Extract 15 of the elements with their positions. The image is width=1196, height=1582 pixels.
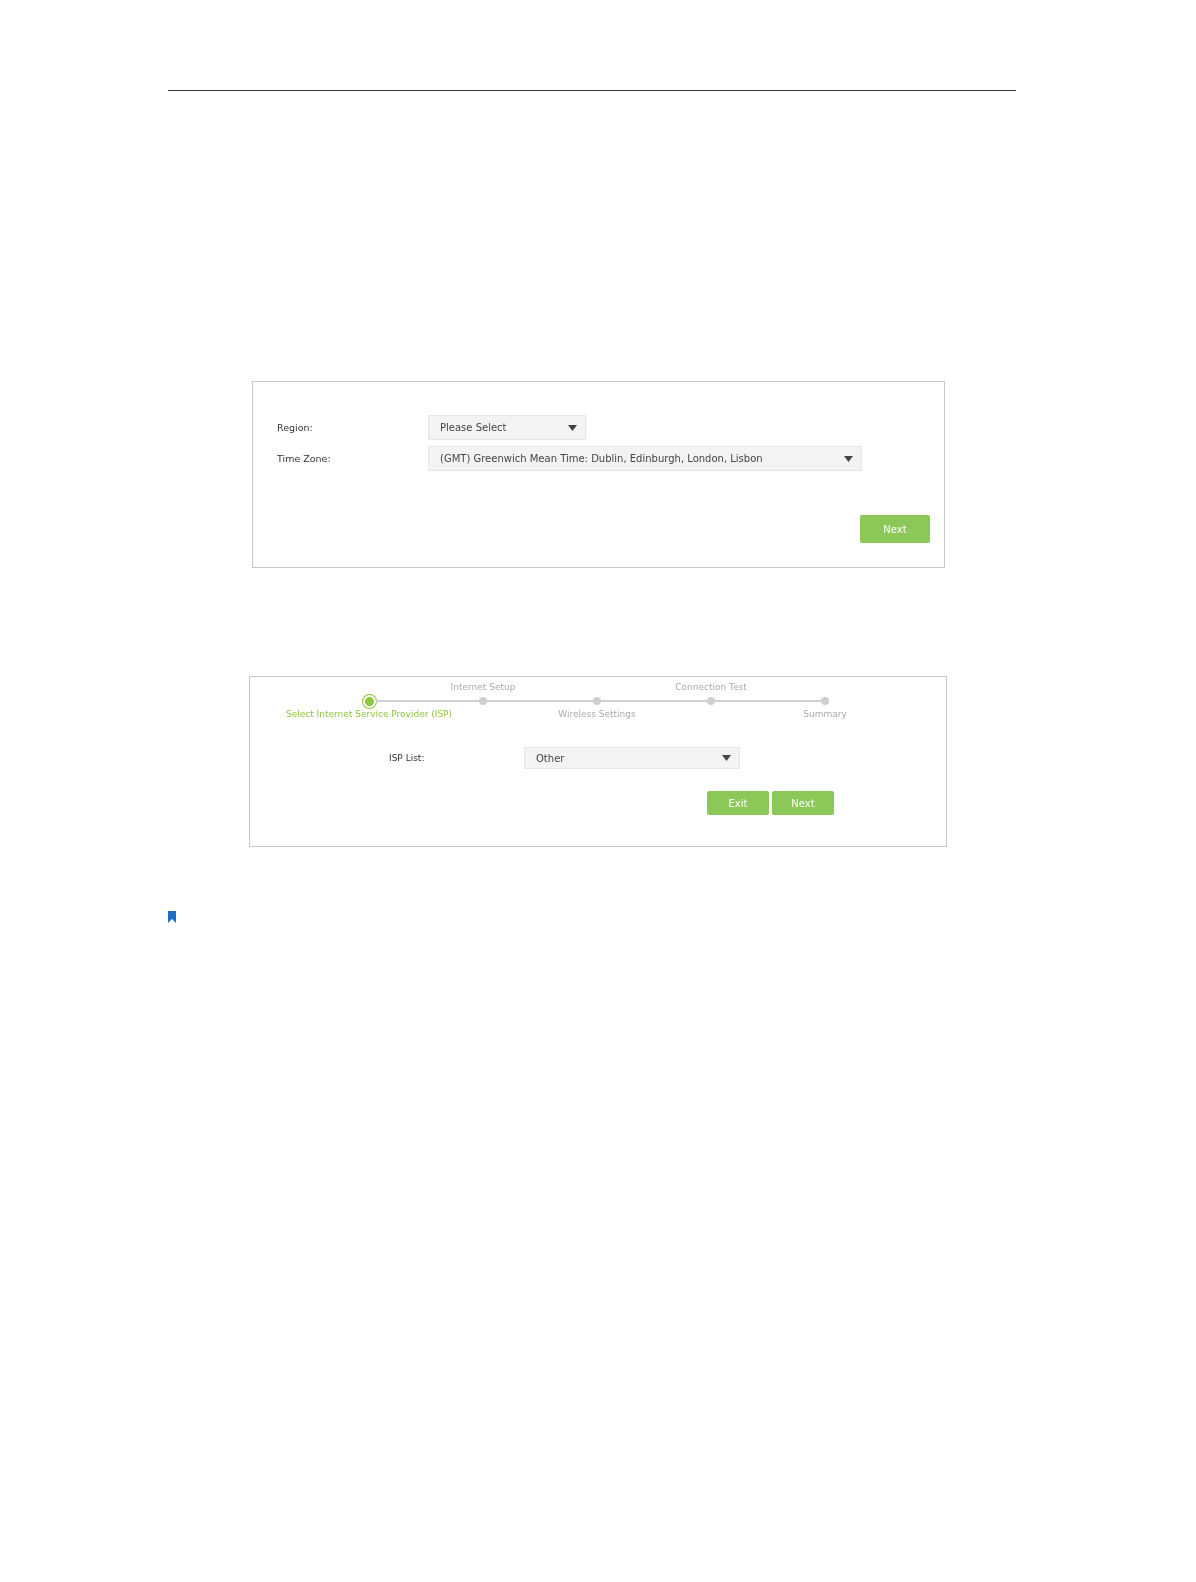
step-label: Wireless Settings bbox=[558, 708, 636, 721]
caret-icon bbox=[568, 424, 577, 431]
field-label: Time Zone: bbox=[277, 453, 332, 464]
caret-icon bbox=[844, 455, 853, 462]
step-label: Internet Setup bbox=[450, 681, 516, 694]
dropdown[interactable]: Please Select bbox=[428, 415, 586, 440]
field-label: Region: bbox=[277, 422, 314, 433]
dropdown[interactable]: (GMT) Greenwich Mean Time: Dublin, Edinburgh, London, Lisbon bbox=[428, 446, 862, 471]
step-label: Select Internet Service Provider (ISP) bbox=[285, 708, 453, 721]
caret-icon bbox=[722, 755, 731, 761]
step-label: Summary bbox=[803, 708, 847, 721]
dropdown[interactable]: Other bbox=[524, 747, 740, 769]
bookmark-icon bbox=[168, 911, 176, 923]
field-label: ISP List: bbox=[389, 753, 426, 763]
step-label: Connection Test bbox=[675, 681, 747, 694]
